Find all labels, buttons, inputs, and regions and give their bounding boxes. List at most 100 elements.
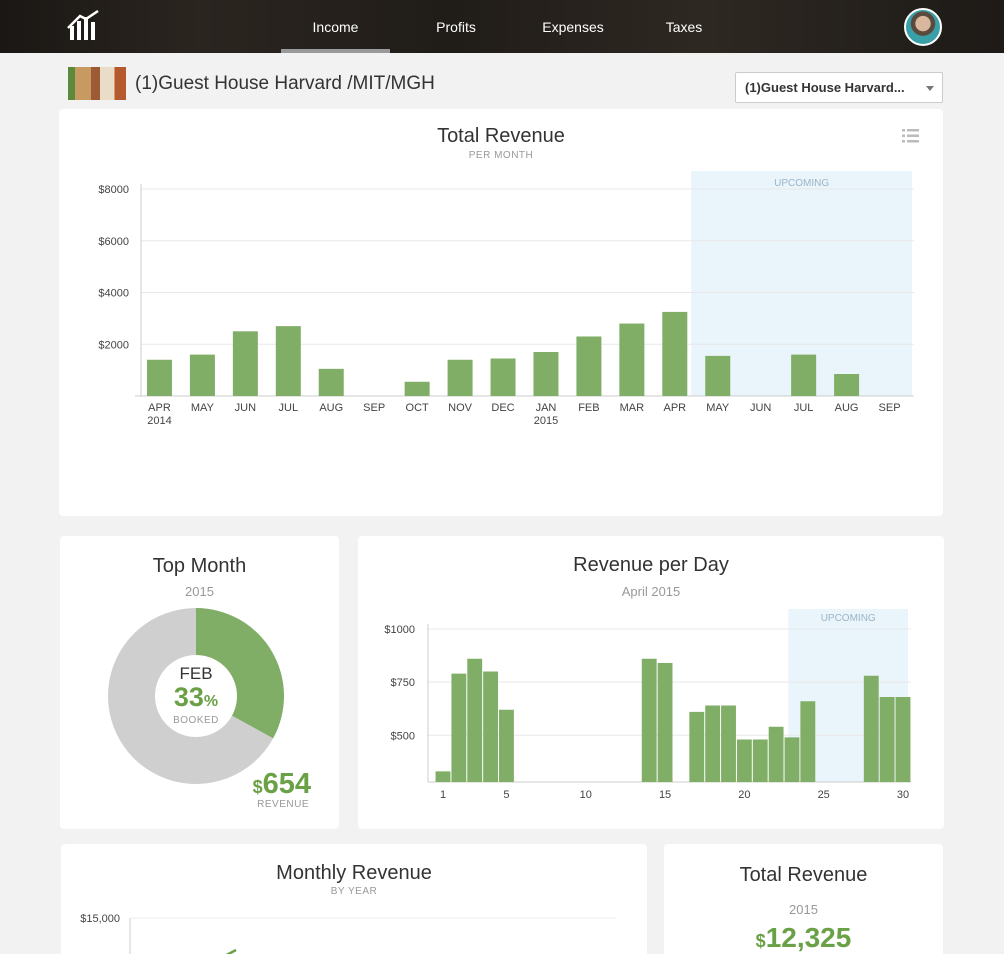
y-tick-label: $1000 bbox=[384, 624, 415, 636]
x-tick-label: 15 bbox=[659, 789, 671, 801]
x-tick-label: MAY bbox=[191, 402, 215, 414]
bar bbox=[689, 711, 705, 782]
bar bbox=[895, 697, 911, 782]
bar bbox=[275, 326, 301, 396]
y-tick-label: $8000 bbox=[98, 184, 129, 196]
total-revenue-year-card: Total Revenue 2015 $12,325 bbox=[664, 844, 943, 954]
bar bbox=[879, 697, 895, 782]
total-revenue-card: Total Revenue PER MONTH UPCOMING $2000 $4… bbox=[59, 109, 943, 516]
revenue-label: REVENUE bbox=[257, 799, 309, 810]
bar bbox=[189, 354, 215, 396]
bar bbox=[662, 311, 688, 396]
x-tick-label: FEB bbox=[578, 402, 599, 414]
bar bbox=[641, 658, 657, 782]
y-tick-label: $15,000 bbox=[80, 913, 120, 925]
list-icon[interactable] bbox=[902, 129, 919, 143]
total-revenue-subtitle: PER MONTH bbox=[468, 150, 534, 161]
x-tick-label: DEC bbox=[491, 402, 514, 414]
nav-tab-taxes[interactable]: Taxes bbox=[656, 0, 712, 53]
total-revenue-year: 2015 bbox=[789, 902, 818, 917]
x-tick-label: JUN bbox=[235, 402, 256, 414]
top-nav-bar: Income Profits Expenses Taxes bbox=[0, 0, 1004, 53]
bar bbox=[705, 355, 731, 396]
upcoming-label: UPCOMING bbox=[821, 613, 876, 624]
y-tick-label: $2000 bbox=[98, 339, 129, 351]
x-tick-label: NOV bbox=[448, 402, 473, 414]
user-avatar[interactable] bbox=[904, 8, 942, 46]
bar bbox=[435, 771, 451, 782]
bar bbox=[863, 675, 879, 782]
upcoming-label: UPCOMING bbox=[774, 178, 829, 189]
x-tick-label: JUL bbox=[279, 402, 299, 414]
bar bbox=[721, 705, 736, 782]
bar-chart-logo-icon[interactable] bbox=[66, 10, 102, 42]
property-title: (1)Guest House Harvard /MIT/MGH bbox=[135, 73, 435, 94]
y-tick-label: $6000 bbox=[98, 236, 129, 248]
y-tick-label: $750 bbox=[391, 677, 415, 689]
donut-center: FEB 33% BOOKED bbox=[156, 664, 236, 726]
x-tick-label: APR bbox=[148, 402, 171, 414]
x-tick-year-label: 2015 bbox=[534, 415, 558, 427]
bar bbox=[490, 358, 516, 396]
bar bbox=[736, 739, 752, 782]
bar bbox=[784, 737, 800, 782]
x-tick-label: 10 bbox=[580, 789, 592, 801]
bar bbox=[834, 374, 860, 396]
bar bbox=[318, 368, 344, 396]
total-revenue-bar-chart: UPCOMING $2000$4000$6000$8000APR2014MAY J… bbox=[98, 171, 914, 427]
booked-percent: 33% bbox=[156, 684, 236, 715]
top-month-revenue-value: 654 bbox=[262, 768, 311, 800]
bar bbox=[467, 658, 483, 782]
revenue-per-day-bar-chart: UPCOMING $500$750$10001 5 10 15 20 25 30 bbox=[384, 609, 911, 801]
currency-symbol: $ bbox=[755, 931, 766, 951]
total-revenue-amount-value: 12,325 bbox=[765, 922, 852, 953]
total-revenue-amount: $12,325 bbox=[664, 922, 943, 954]
x-tick-label: MAY bbox=[706, 402, 730, 414]
chevron-down-icon bbox=[926, 86, 934, 91]
bar bbox=[768, 726, 784, 782]
percent-sign: % bbox=[203, 693, 219, 710]
series-line bbox=[225, 948, 237, 954]
bar bbox=[619, 323, 645, 396]
property-select-value: (1)Guest House Harvard... bbox=[745, 80, 905, 95]
x-tick-label: 30 bbox=[897, 789, 909, 801]
top-month-card: Top Month 2015 FEB 33% BOOKED $654 REVEN… bbox=[60, 536, 339, 829]
currency-symbol: $ bbox=[252, 777, 263, 797]
x-tick-label: JUL bbox=[794, 402, 814, 414]
booked-percent-value: 33 bbox=[173, 682, 204, 712]
bar bbox=[232, 331, 258, 396]
bar bbox=[800, 701, 816, 782]
x-tick-label: AUG bbox=[319, 402, 343, 414]
bar bbox=[146, 359, 172, 396]
x-tick-label: 1 bbox=[440, 789, 446, 801]
bar bbox=[404, 381, 430, 396]
top-month-revenue: $654 bbox=[253, 768, 311, 801]
x-tick-year-label: 2014 bbox=[147, 415, 171, 427]
x-tick-label: OCT bbox=[406, 402, 430, 414]
x-tick-label: 5 bbox=[503, 789, 509, 801]
x-tick-label: SEP bbox=[879, 402, 901, 414]
nav-tab-expenses[interactable]: Expenses bbox=[534, 0, 612, 53]
x-tick-label: MAR bbox=[620, 402, 645, 414]
x-tick-label: APR bbox=[663, 402, 686, 414]
x-tick-label: 20 bbox=[738, 789, 750, 801]
x-tick-label: SEP bbox=[363, 402, 385, 414]
y-tick-label: $500 bbox=[391, 730, 415, 742]
bar bbox=[499, 709, 514, 782]
nav-tab-profits[interactable]: Profits bbox=[420, 0, 492, 53]
x-tick-label: JUN bbox=[750, 402, 771, 414]
booked-label: BOOKED bbox=[173, 715, 219, 726]
bar bbox=[447, 359, 473, 396]
revenue-per-day-card: Revenue per Day April 2015 UPCOMING $500… bbox=[358, 536, 944, 829]
nav-tab-income[interactable]: Income bbox=[281, 0, 390, 53]
bar bbox=[576, 336, 602, 396]
top-month-name: FEB bbox=[179, 664, 213, 683]
bar bbox=[483, 671, 499, 782]
monthly-revenue-card: Monthly Revenue BY YEAR $15,000 bbox=[61, 844, 647, 954]
bar bbox=[791, 354, 817, 396]
x-tick-label: AUG bbox=[835, 402, 859, 414]
x-tick-label: 25 bbox=[818, 789, 830, 801]
y-tick-label: $4000 bbox=[98, 288, 129, 300]
property-select[interactable]: (1)Guest House Harvard... bbox=[735, 72, 943, 103]
bar bbox=[657, 663, 673, 782]
